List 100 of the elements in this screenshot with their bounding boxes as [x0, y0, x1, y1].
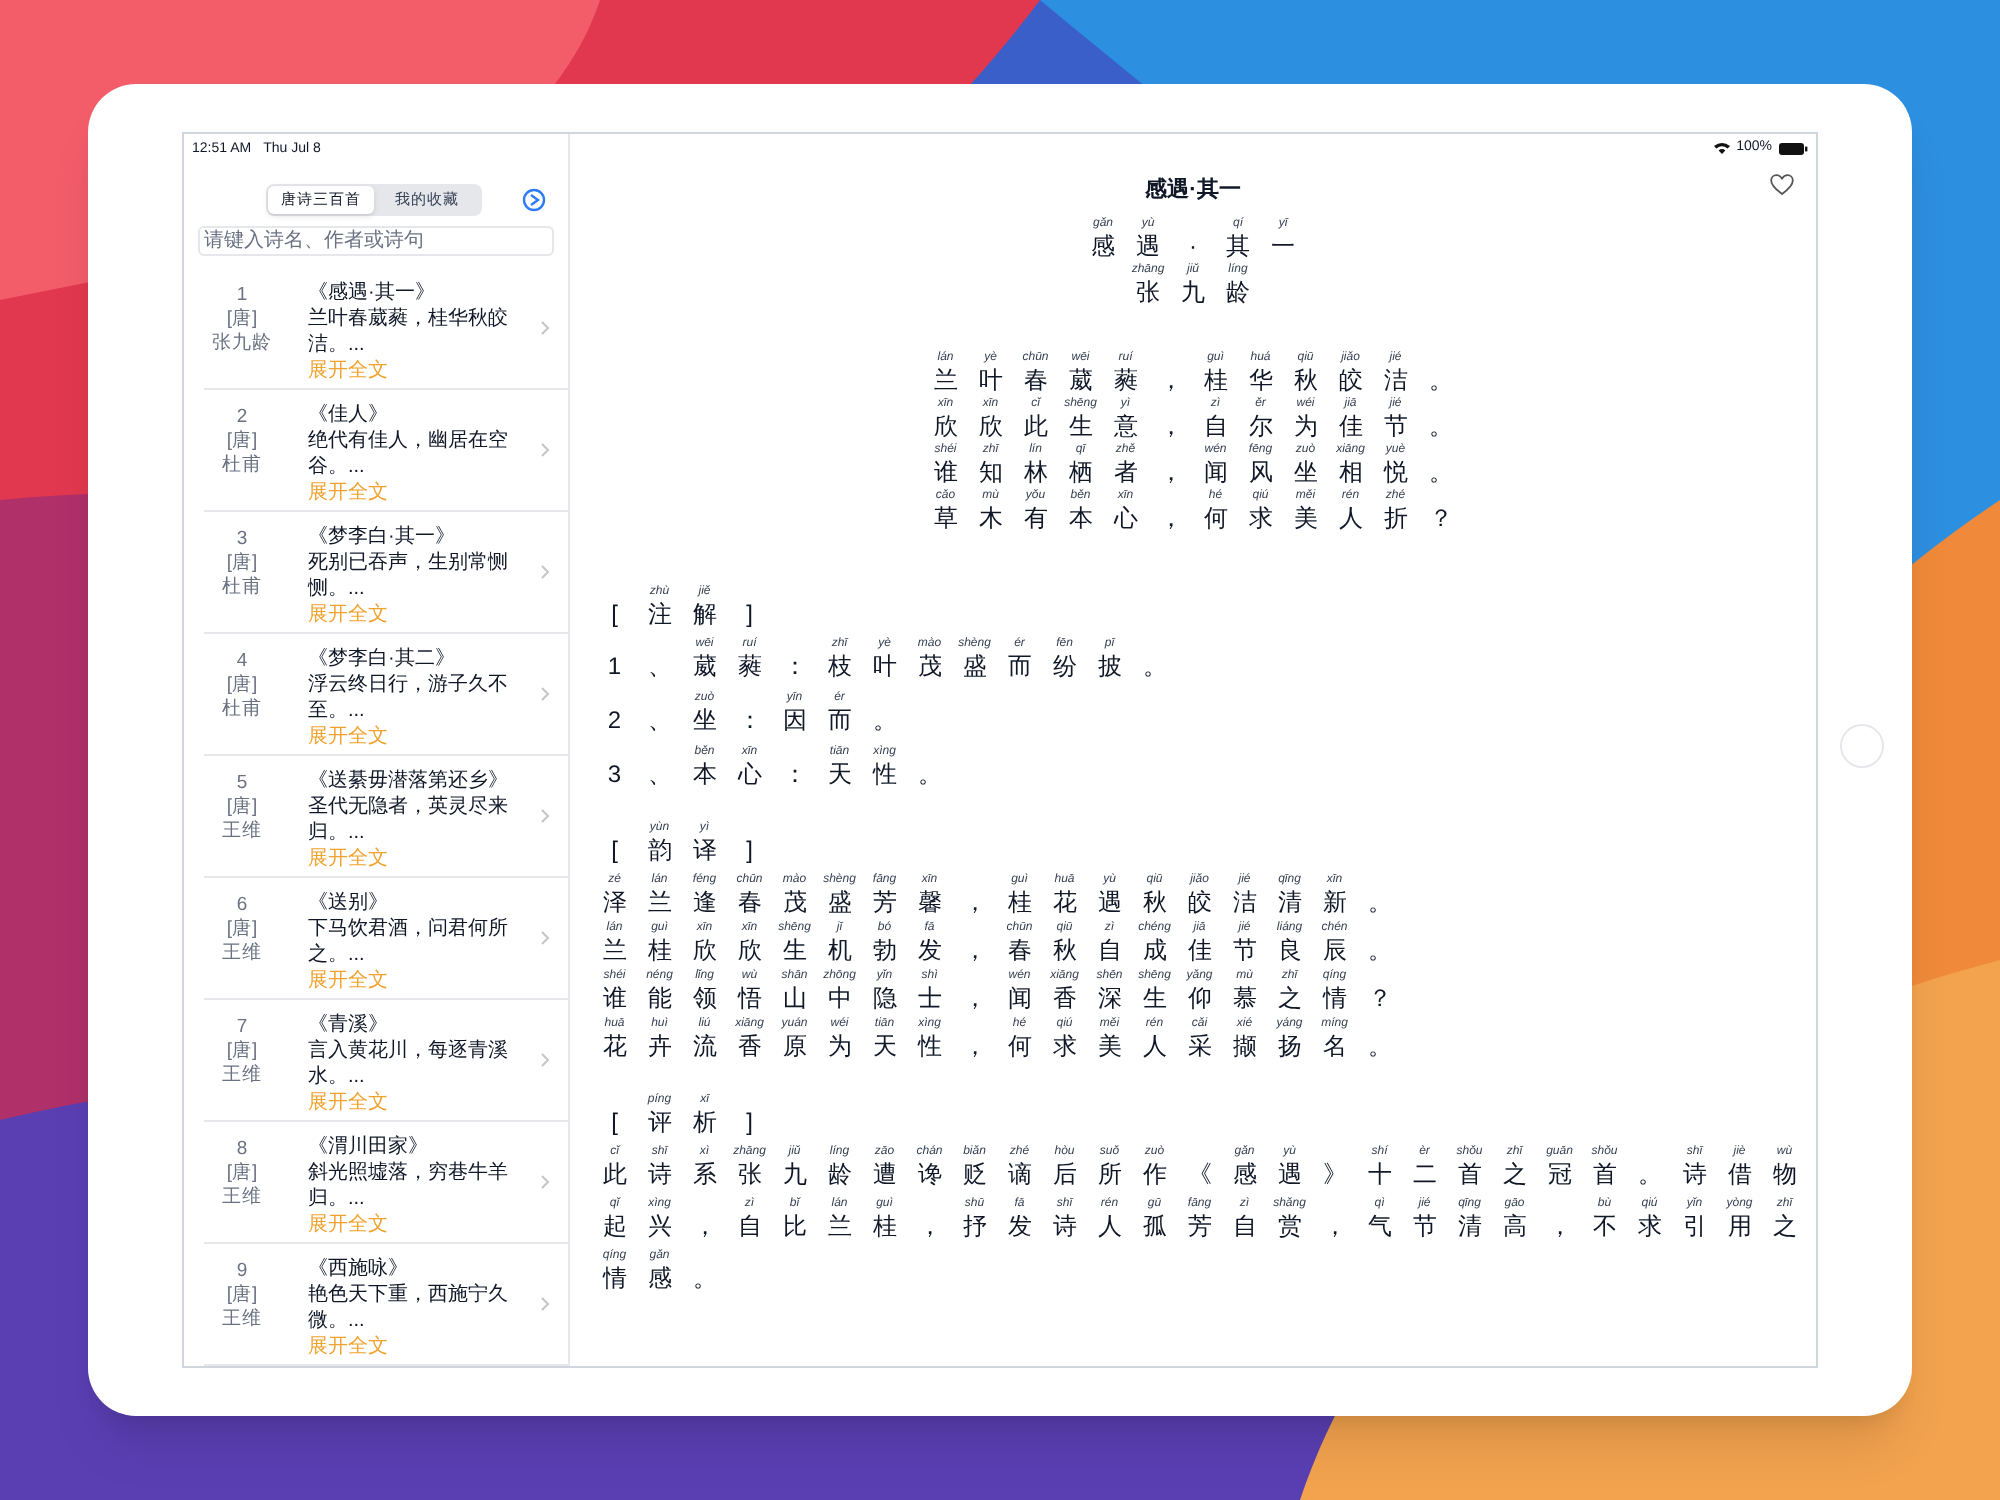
- hanzi-text: 用: [1727, 1211, 1752, 1239]
- poem-list-item[interactable]: 9 [唐] 王维 《西施咏》 艳色天下重，西施宁久微。... 展开全文: [204, 1244, 568, 1366]
- hanzi-text: 春: [1023, 365, 1048, 393]
- hanzi-text: 、: [647, 651, 672, 679]
- hanzi-text: 。: [1428, 365, 1453, 393]
- hanzi-text: 兰: [933, 365, 958, 393]
- poem-dynasty: [唐]: [226, 796, 258, 820]
- poem-excerpt: 浮云终日行，游子久不至。...: [308, 672, 510, 724]
- poem-list-item[interactable]: 1 [唐] 张九龄 《感遇·其一》 兰叶春葳蕤，桂华秋皎洁。... 展开全文: [204, 268, 568, 390]
- hanzi-text: 谁: [933, 457, 958, 485]
- hanzi-text: 自: [1097, 935, 1122, 963]
- hanzi-text: 林: [1023, 457, 1048, 485]
- hanzi-text: 欣: [978, 411, 1003, 439]
- hanzi-text: 一: [1271, 231, 1295, 259]
- hanzi-text: 披: [1097, 651, 1122, 679]
- hanzi-text: 生: [1142, 983, 1167, 1011]
- hanzi-text: ，: [1158, 503, 1183, 531]
- hanzi-text: 人: [1097, 1211, 1122, 1239]
- hanzi-text: 节: [1383, 411, 1408, 439]
- hanzi-text: [: [611, 599, 618, 627]
- poem-excerpt: 言入黄花川，每逐青溪水。...: [308, 1038, 510, 1090]
- hanzi-text: 。: [872, 705, 897, 733]
- hanzi-text: 美: [1097, 1031, 1122, 1059]
- hanzi-text: 桂: [647, 935, 672, 963]
- hanzi-text: 馨: [917, 887, 942, 915]
- hanzi-text: 心: [737, 759, 762, 787]
- poem-list-item[interactable]: 5 [唐] 王维 《送綦毋潜落第还乡》 圣代无隐者，英灵尽来归。... 展开全文: [204, 756, 568, 878]
- hanzi-text: 2: [607, 705, 622, 733]
- hanzi-text: 起: [602, 1211, 627, 1239]
- hanzi-text: 兴: [647, 1211, 672, 1239]
- hanzi-text: 而: [1007, 651, 1032, 679]
- hanzi-text: 龄: [827, 1159, 852, 1187]
- hanzi-text: 天: [872, 1031, 897, 1059]
- hanzi-text: 孤: [1142, 1211, 1167, 1239]
- hanzi-text: 九: [1181, 277, 1205, 305]
- poem-excerpt: 圣代无隐者，英灵尽来归。...: [308, 794, 510, 846]
- hanzi-text: 之: [1277, 983, 1302, 1011]
- hanzi-text: 抒: [962, 1211, 987, 1239]
- hanzi-text: 者: [1113, 457, 1138, 485]
- poem-list-item[interactable]: 2 [唐] 杜甫 《佳人》 绝代有佳人，幽居在空谷。... 展开全文: [204, 390, 568, 512]
- hanzi-text: 韵: [647, 835, 672, 863]
- poem-list-item[interactable]: 8 [唐] 王维 《渭川田家》 斜光照墟落，穷巷牛羊归。... 展开全文: [204, 1122, 568, 1244]
- hanzi-text: 节: [1232, 935, 1257, 963]
- hanzi-text: 欣: [933, 411, 958, 439]
- hanzi-text: 。: [692, 1263, 717, 1291]
- hanzi-text: [: [611, 835, 618, 863]
- hanzi-text: 。: [1367, 1031, 1392, 1059]
- poem-list-item[interactable]: 4 [唐] 杜甫 《梦李白·其二》 浮云终日行，游子久不至。... 展开全文: [204, 634, 568, 756]
- hanzi-text: 盛: [962, 651, 987, 679]
- hanzi-text: ]: [746, 835, 753, 863]
- hanzi-text: 、: [647, 705, 672, 733]
- hanzi-text: 山: [782, 983, 807, 1011]
- hanzi-text: 兰: [827, 1211, 852, 1239]
- heart-icon[interactable]: [1770, 174, 1794, 196]
- hanzi-text: 桂: [872, 1211, 897, 1239]
- chevron-right-icon: [540, 320, 550, 336]
- hanzi-text: 译: [692, 835, 717, 863]
- hanzi-text: 1: [607, 651, 622, 679]
- poem-excerpt: 兰叶春葳蕤，桂华秋皎洁。...: [308, 306, 510, 358]
- chevron-right-icon: [540, 1052, 550, 1068]
- hanzi-text: 茂: [782, 887, 807, 915]
- hanzi-text: 二: [1412, 1159, 1437, 1187]
- hanzi-text: 枝: [827, 651, 852, 679]
- hanzi-text: 为: [1293, 411, 1318, 439]
- hanzi-text: 美: [1293, 503, 1318, 531]
- hanzi-text: 茂: [917, 651, 942, 679]
- poem-list-item[interactable]: 6 [唐] 王维 《送别》 下马饮君酒，问君何所之。... 展开全文: [204, 878, 568, 1000]
- poem-dynasty: [唐]: [226, 918, 258, 942]
- poem-author: 王维: [222, 820, 262, 844]
- chevron-right-icon: [540, 442, 550, 458]
- hanzi-text: 性: [917, 1031, 942, 1059]
- hanzi-text: 欣: [692, 935, 717, 963]
- hanzi-text: 。: [1367, 887, 1392, 915]
- poem-excerpt: 死别已吞声，生别常恻恻。...: [308, 550, 510, 602]
- poem-list-item[interactable]: 7 [唐] 王维 《青溪》 言入黄花川，每逐青溪水。... 展开全文: [204, 1000, 568, 1122]
- hanzi-text: 感: [647, 1263, 672, 1291]
- hanzi-text: 折: [1383, 503, 1408, 531]
- hanzi-text: 意: [1113, 411, 1138, 439]
- hanzi-text: 闻: [1007, 983, 1032, 1011]
- hanzi-text: 佳: [1338, 411, 1363, 439]
- poem-list-item[interactable]: 3 [唐] 杜甫 《梦李白·其一》 死别已吞声，生别常恻恻。... 展开全文: [204, 512, 568, 634]
- hanzi-text: 谁: [602, 983, 627, 1011]
- hanzi-text: 遇: [1136, 231, 1160, 259]
- hanzi-text: 求: [1637, 1211, 1662, 1239]
- hanzi-text: 深: [1097, 983, 1122, 1011]
- hanzi-text: 天: [827, 759, 852, 787]
- hanzi-text: 3: [607, 759, 622, 787]
- hanzi-text: ，: [1322, 1211, 1347, 1239]
- poem-title: 《送綦毋潜落第还乡》: [308, 768, 510, 794]
- hanzi-text: 香: [737, 1031, 762, 1059]
- hanzi-text: 洁: [1383, 365, 1408, 393]
- hanzi-text: 叶: [872, 651, 897, 679]
- search-field[interactable]: 请键入诗名、作者或诗句: [198, 225, 554, 256]
- hanzi-text: 叶: [978, 365, 1003, 393]
- hanzi-text: 解: [692, 599, 717, 627]
- hanzi-text: ，: [917, 1211, 942, 1239]
- hanzi-text: 隐: [872, 983, 897, 1011]
- poem-title: 《梦李白·其一》: [308, 524, 457, 550]
- hanzi-text: ：: [782, 759, 807, 787]
- hanzi-text: 系: [692, 1159, 717, 1187]
